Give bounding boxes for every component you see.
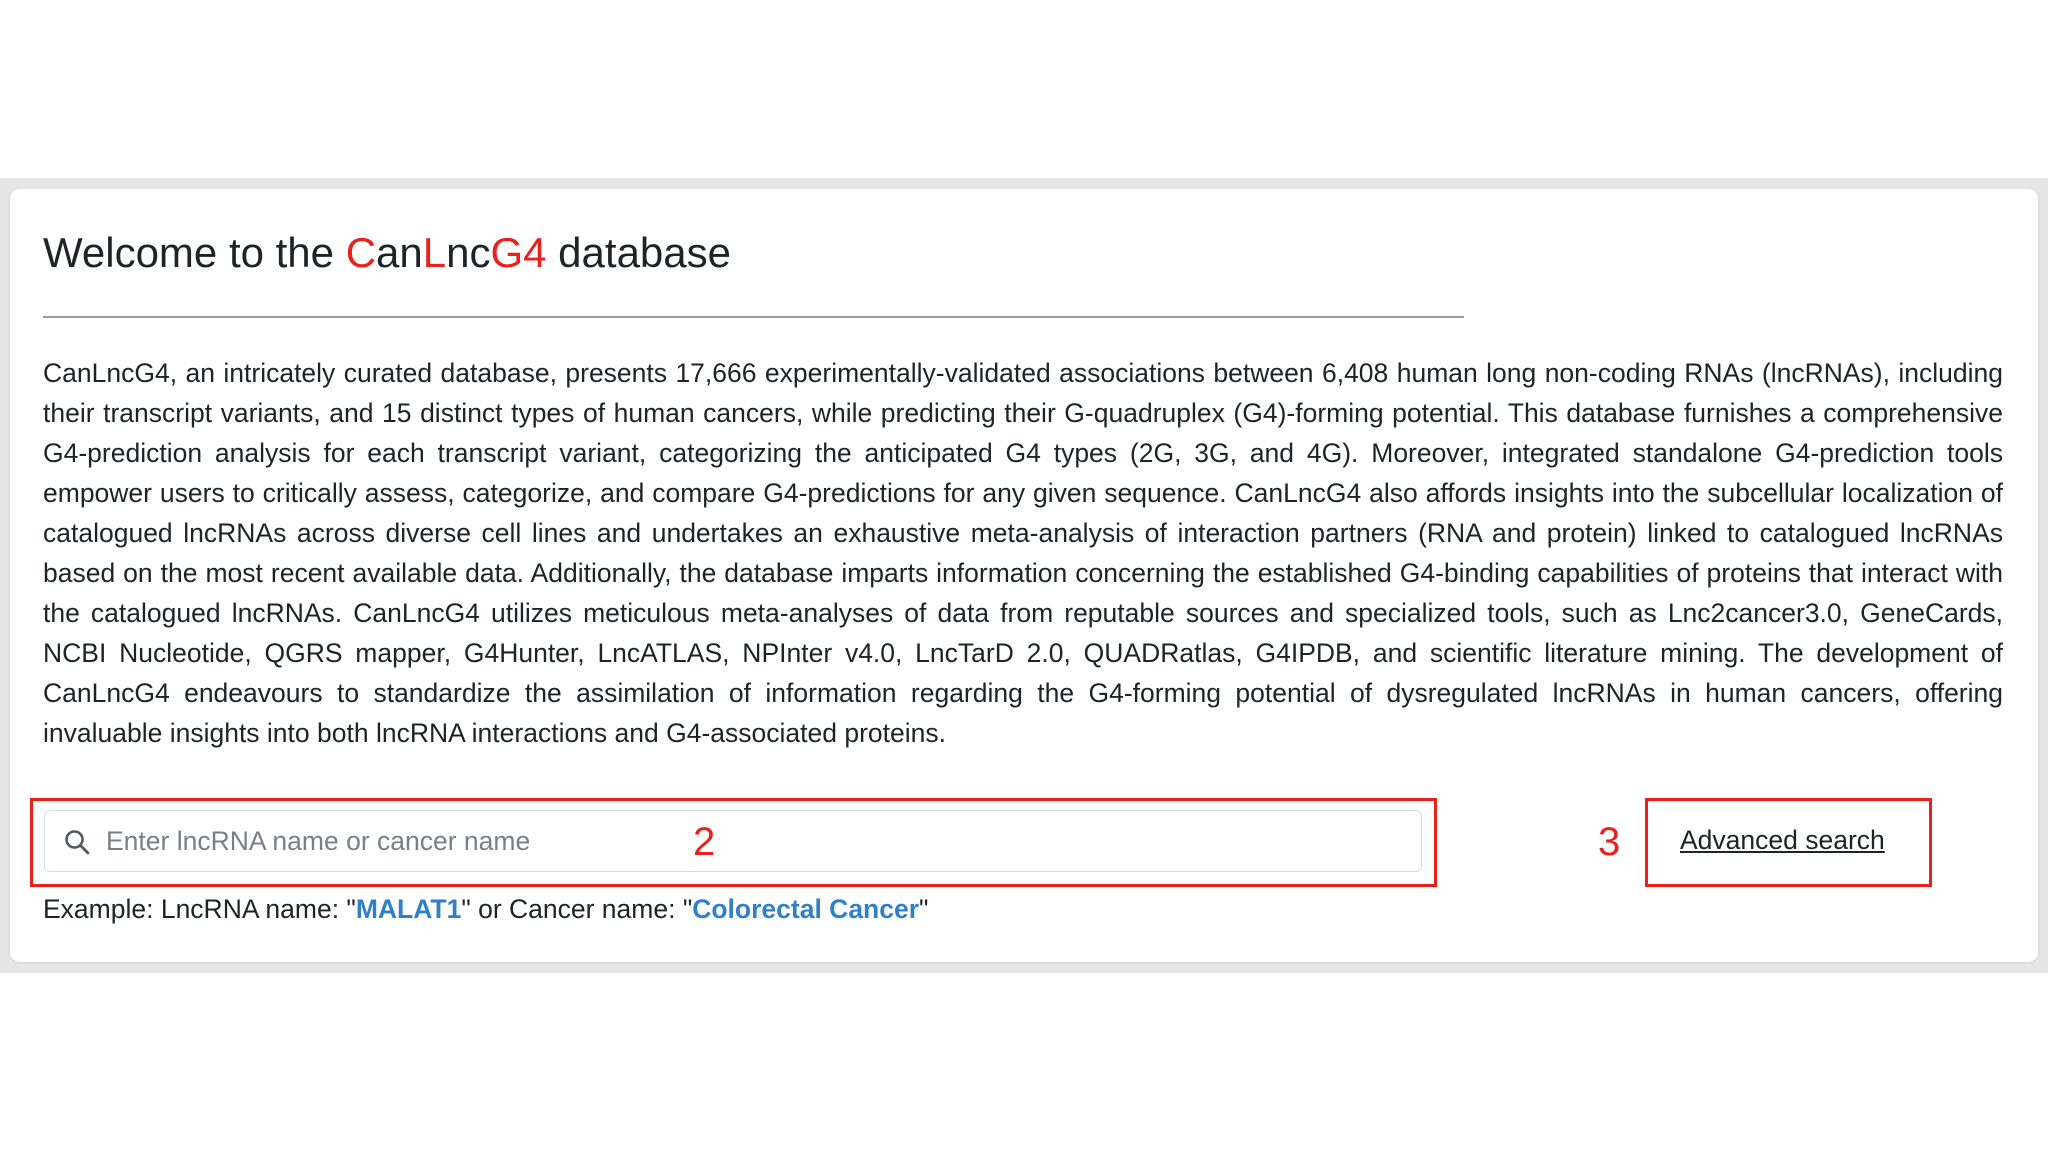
title-prefix: Welcome to the [43, 229, 346, 276]
example-suffix: " [919, 894, 929, 924]
brand-part-g4: G4 [490, 229, 547, 276]
example-prefix: Example: LncRNA name: " [43, 894, 356, 924]
example-middle: " or Cancer name: " [461, 894, 693, 924]
title-suffix: database [546, 229, 732, 276]
brand-letter-l: L [422, 229, 447, 276]
brand-part-an: an [376, 229, 423, 276]
search-example: Example: LncRNA name: "MALAT1" or Cancer… [43, 891, 928, 927]
annotation-number-3: 3 [1598, 820, 1621, 864]
title-divider [43, 316, 1464, 318]
page-title: Welcome to the CanLncG4 database [43, 228, 731, 278]
brand-letter-c: C [345, 229, 377, 276]
annotation-box-search [30, 798, 1437, 887]
database-description: CanLncG4, an intricately curated databas… [43, 358, 2003, 748]
advanced-search-link[interactable]: Advanced search [1680, 823, 1885, 857]
example-lncrna-link[interactable]: MALAT1 [356, 894, 462, 924]
annotation-number-2: 2 [693, 820, 716, 864]
brand-part-nc: nc [446, 229, 491, 276]
example-cancer-link[interactable]: Colorectal Cancer [692, 894, 919, 924]
